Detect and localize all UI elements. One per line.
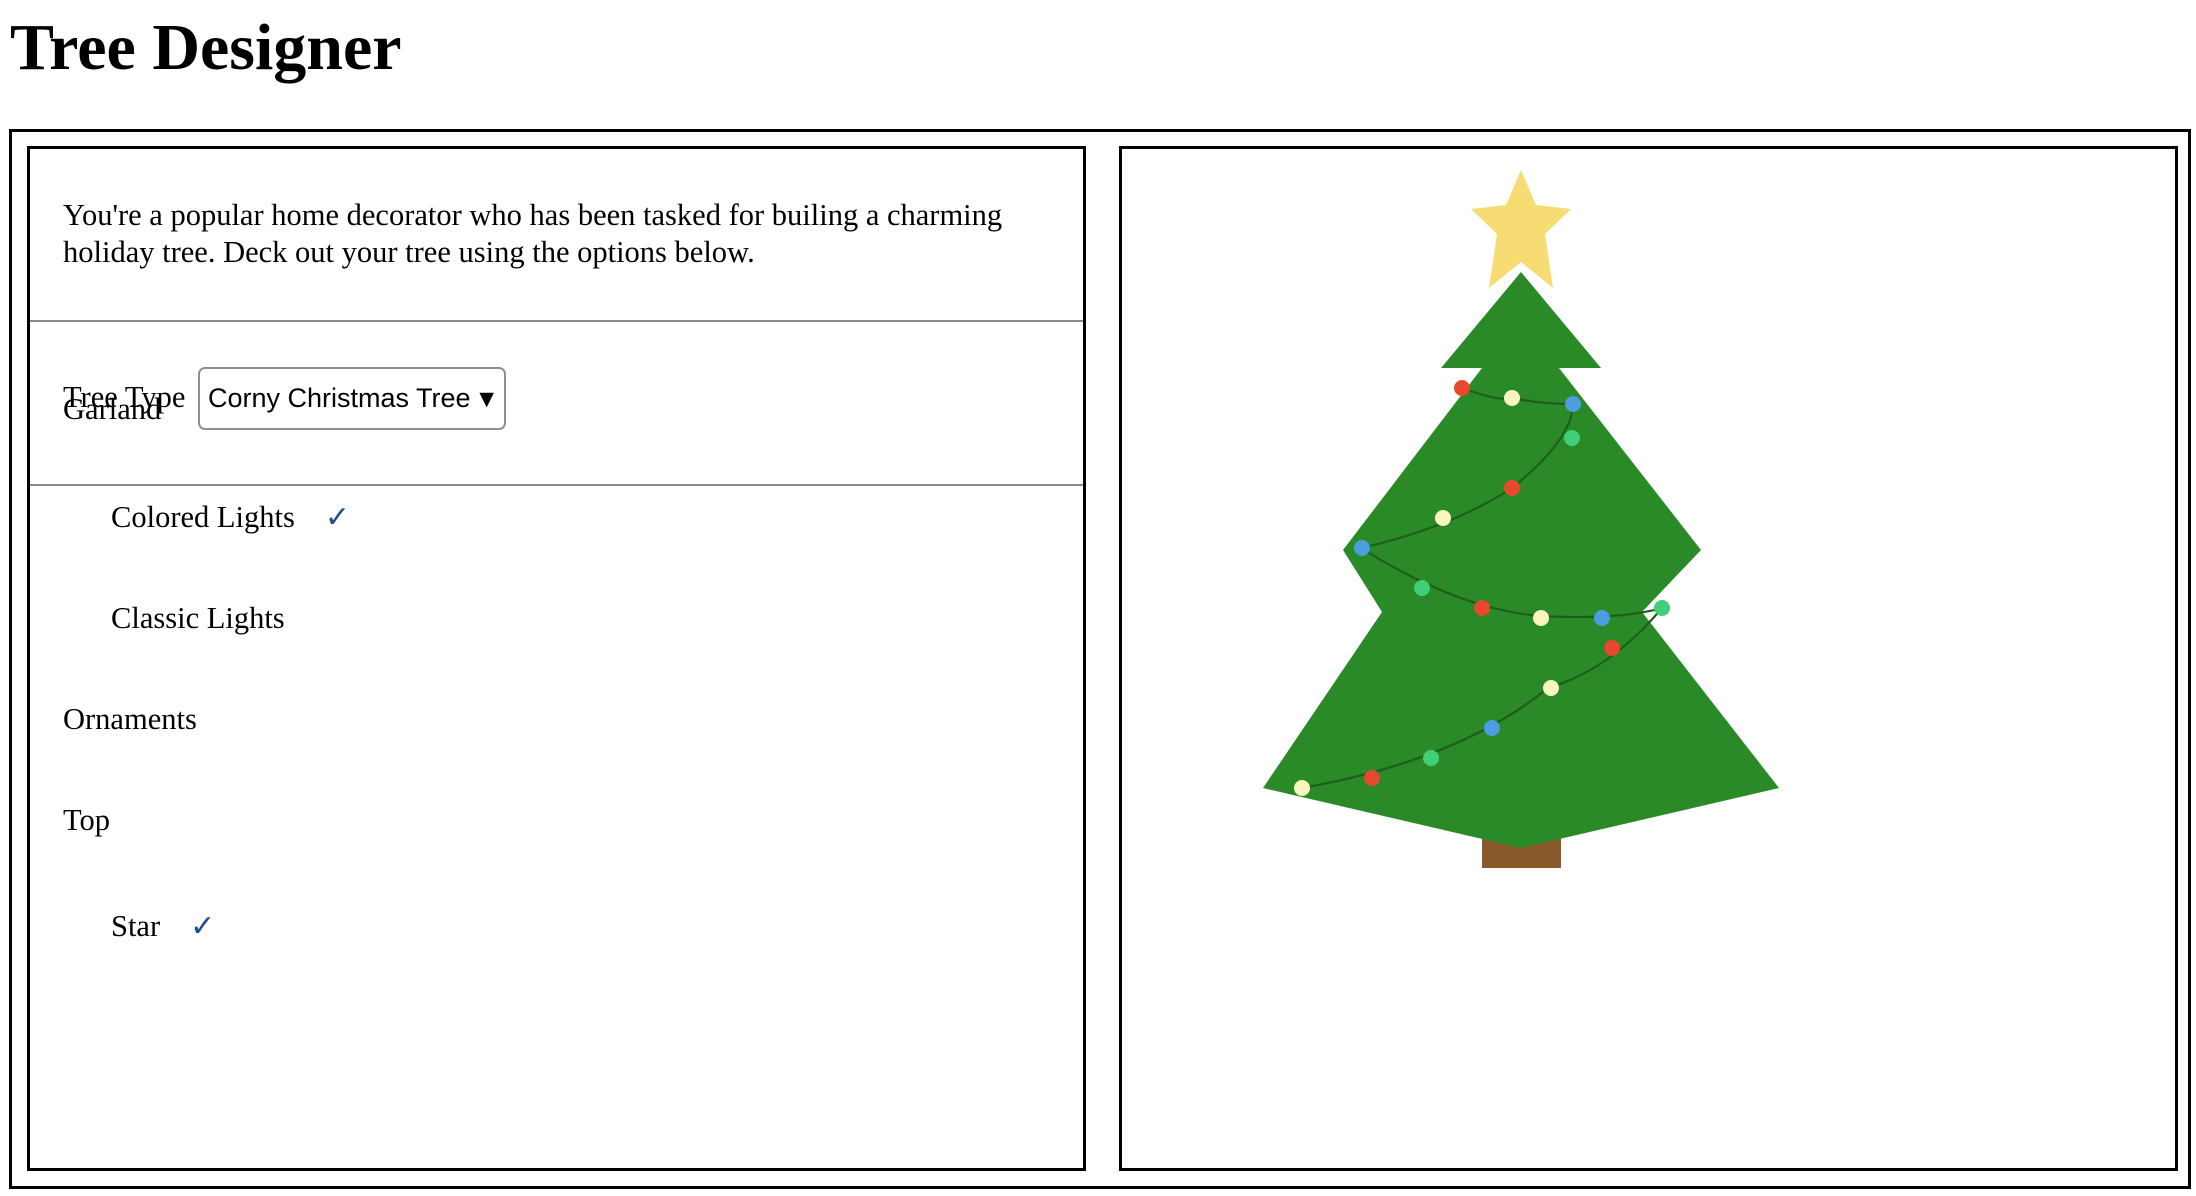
intro-section: You're a popular home decorator who has … xyxy=(30,149,1083,322)
checkmark-icon: ✓ xyxy=(190,909,216,944)
option-label: Classic Lights xyxy=(111,601,285,635)
tree-preview-panel xyxy=(1119,146,2178,1171)
page-title: Tree Designer xyxy=(10,11,402,84)
tree-star xyxy=(1471,170,1571,288)
tree-preview xyxy=(1263,170,1779,868)
tree-type-selected-value: Corny Christmas Tree xyxy=(208,383,471,413)
tree-type-section: Tree Type Corny Christmas Tree ▼ xyxy=(30,322,1083,486)
top-heading: Top xyxy=(63,803,111,837)
option-colored-lights[interactable]: Colored Lights ✓ xyxy=(111,497,350,538)
intro-text: You're a popular home decorator who has … xyxy=(63,198,1003,269)
option-label: Colored Lights xyxy=(111,500,295,534)
checkmark-icon: ✓ xyxy=(324,500,350,535)
dropdown-caret-icon: ▼ xyxy=(479,388,494,410)
garland-heading: Garland xyxy=(63,392,162,426)
option-classic-lights[interactable]: Classic Lights xyxy=(111,598,285,638)
option-star[interactable]: Star ✓ xyxy=(111,906,215,947)
control-panel: You're a popular home decorator who has … xyxy=(27,146,1086,1171)
ornaments-heading[interactable]: Ornaments xyxy=(63,699,197,739)
tree-type-select[interactable]: Corny Christmas Tree ▼ xyxy=(198,367,506,430)
tree-body xyxy=(1263,272,1779,848)
option-label: Star xyxy=(111,909,161,943)
